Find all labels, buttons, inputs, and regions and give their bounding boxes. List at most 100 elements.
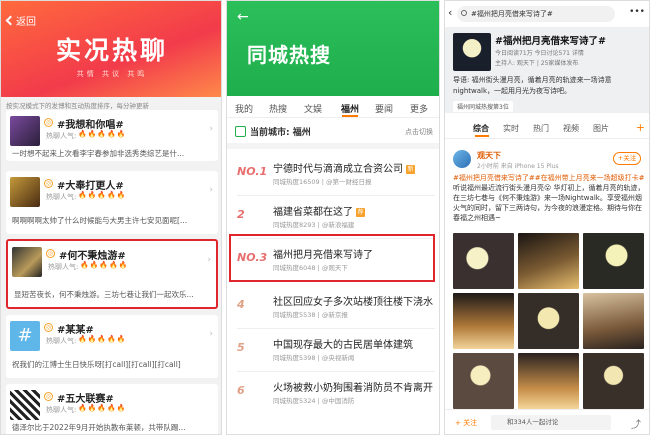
page-title: 实况热聊	[55, 36, 168, 65]
heat-label: 热聊人气:	[46, 193, 77, 201]
search-input[interactable]: #福州把月亮借来写诗了#	[457, 6, 615, 22]
live-chat-panel: 返回 实况热聊 共情 共议 共鸣 按实况模式下的发博和互动热度排序，每分钟更新 …	[0, 0, 222, 435]
tab-mine[interactable]: 我的	[235, 102, 253, 115]
tab-video[interactable]: 视频	[563, 123, 579, 134]
tab-entertainment[interactable]: 文娱	[304, 102, 322, 115]
tab-popular[interactable]: 热门	[533, 123, 549, 134]
city-hot-banner: ← 同城热搜	[227, 1, 439, 96]
hot-search-item[interactable]: 6 火场被救小奶狗围着消防员不肯离开 同城热度5324 | @中国消防	[227, 375, 439, 415]
chevron-right-icon: ›	[207, 255, 211, 265]
back-button[interactable]: 返回	[5, 13, 36, 28]
fire-icon: ◎	[44, 118, 53, 127]
topic-thumbnail	[10, 116, 40, 146]
fire-icon: ◎	[46, 249, 55, 258]
hot-search-meta: 同城热度8293 | @新浪福建	[273, 221, 355, 229]
post-hashtags[interactable]: #福州把月亮借来写诗了##在福州带上月亮来一场超级打卡#	[453, 174, 644, 182]
hot-search-title: 福建省菜都在这了荐	[273, 207, 365, 218]
plus-icon[interactable]: +	[636, 121, 645, 134]
topic-detail-panel: ‹ #福州把月亮借来写诗了# ••• #福州把月亮借来写诗了# 今日阅读71万 …	[444, 0, 650, 435]
hashtag-icon: #	[10, 321, 40, 351]
follow-button[interactable]: +关注	[613, 152, 641, 165]
post-author[interactable]: 观天下	[477, 150, 501, 161]
tab-fuzhou[interactable]: 福州	[341, 102, 359, 115]
photo-grid	[453, 233, 645, 409]
avatar[interactable]	[453, 150, 471, 168]
divider	[227, 143, 439, 149]
divider	[237, 371, 435, 372]
photo[interactable]	[518, 353, 579, 409]
divider	[237, 328, 435, 329]
hot-search-meta: 同城热度16509 | @第一财经日报	[273, 178, 372, 186]
flame-rating: 🔥🔥🔥🔥🔥	[78, 335, 127, 343]
fire-icon: ◎	[44, 179, 53, 188]
follow-topic-button[interactable]: + 关注	[455, 418, 477, 428]
photo[interactable]	[583, 353, 644, 409]
topic-summary: 祝我们的江博士生日快乐呀[打call][打call][打call]	[12, 360, 181, 369]
photo[interactable]	[453, 293, 514, 349]
heat-label: 热聊人气:	[46, 337, 77, 345]
active-tab-indicator	[475, 135, 489, 137]
divider	[237, 195, 435, 196]
topic-name: #五大联赛#	[57, 394, 114, 405]
photo[interactable]	[518, 233, 579, 289]
switch-city-button[interactable]: 点击切换	[405, 127, 433, 137]
live-chat-banner: 返回 实况热聊 共情 共议 共鸣	[1, 1, 221, 97]
topic-name: #大奉打更人#	[57, 181, 124, 192]
hot-search-item[interactable]: NO.1 宁德时代与滴滴成立合资公司新 同城热度16509 | @第一财经日报	[227, 156, 439, 196]
qr-thumbnail	[10, 390, 40, 420]
share-icon[interactable]: ⤴	[631, 416, 641, 431]
hot-search-item[interactable]: 4 社区回应女子多次站楼顶往楼下浇水 同城热度5538 | @新京报	[227, 289, 439, 329]
back-arrow-icon[interactable]: ←	[237, 9, 249, 25]
topic-card-selected[interactable]: ◎ #何不秉烛游# 热聊人气: 🔥🔥🔥🔥🔥 › 显短苦夜长，何不秉烛游。三坊七巷…	[6, 239, 218, 309]
topic-card[interactable]: ◎ #大奉打更人# 热聊人气: 🔥🔥🔥🔥🔥 › 啊啊啊啊太帅了什么时候能与大男主…	[6, 171, 218, 234]
topic-stats[interactable]: 今日阅读71万 今日讨论571 详情	[495, 48, 584, 57]
hot-rank-chip[interactable]: 福州同城热搜第3位	[453, 101, 513, 112]
topic-thumbnail	[12, 247, 42, 277]
hot-search-meta: 同城热度5398 | @央视新闻	[273, 354, 355, 362]
search-bar: ‹ #福州把月亮借来写诗了# •••	[445, 1, 649, 27]
photo[interactable]	[518, 293, 579, 349]
search-icon	[461, 10, 467, 16]
tab-images[interactable]: 图片	[593, 123, 609, 134]
selection-highlight	[229, 234, 435, 282]
tab-hot[interactable]: 热搜	[269, 102, 287, 115]
topic-header: #福州把月亮借来写诗了# 今日阅读71万 今日讨论571 详情 主持人: 观天下…	[445, 27, 649, 113]
chevron-right-icon: ›	[209, 329, 213, 339]
photo[interactable]	[583, 293, 644, 349]
hot-tag-icon: 新	[406, 165, 415, 174]
page-subtitle: 共情 共议 共鸣	[76, 70, 148, 78]
hot-search-title: 中国现存最大的古民居单体建筑	[273, 340, 413, 351]
tab-realtime[interactable]: 实时	[503, 123, 519, 134]
flame-rating: 🔥🔥🔥🔥🔥	[78, 130, 127, 138]
discussion-input[interactable]: 和334人一起讨论	[491, 415, 611, 430]
hot-search-item[interactable]: 5 中国现存最大的古民居单体建筑 同城热度5398 | @央视新闻	[227, 332, 439, 372]
rank-number: 6	[237, 384, 245, 397]
page-title: 同城热搜	[247, 43, 331, 67]
topic-summary: 德泽尔比于2022年9月开始执教布莱顿，共带队踢...	[12, 423, 186, 432]
topic-card[interactable]: ◎ #我想和你唱# 热聊人气: 🔥🔥🔥🔥🔥 › 一时想不起来上次看李宇春参加非选…	[6, 110, 218, 161]
topic-name: #我想和你唱#	[57, 120, 124, 131]
tab-news[interactable]: 要闻	[375, 102, 393, 115]
topic-card[interactable]: # ◎ #某某# 热聊人气: 🔥🔥🔥🔥🔥 › 祝我们的江博士生日快乐呀[打cal…	[6, 315, 218, 378]
tab-all[interactable]: 综合	[473, 123, 489, 134]
photo[interactable]	[453, 353, 514, 409]
feed-tabs: 综合 实时 热门 视频 图片 +	[445, 117, 649, 139]
tab-more[interactable]: 更多	[410, 102, 428, 115]
fire-icon: ◎	[44, 392, 53, 401]
topic-summary: 啊啊啊啊太帅了什么时候能与大男主许七安见面呢[...	[12, 216, 188, 225]
topic-card[interactable]: ◎ #五大联赛# 热聊人气: 🔥🔥🔥🔥🔥 德泽尔比于2022年9月开始执教布莱顿…	[6, 384, 218, 434]
photo[interactable]	[583, 233, 644, 289]
topic-summary: 一时想不起来上次看李宇春参加非选秀类综艺是什...	[12, 149, 185, 158]
more-icon[interactable]: •••	[629, 7, 645, 17]
photo[interactable]	[453, 233, 514, 289]
back-arrow-icon[interactable]: ‹	[448, 6, 452, 19]
category-tabs: 我的 热搜 文娱 福州 要闻 更多	[227, 96, 439, 118]
flame-rating: 🔥🔥🔥🔥🔥	[80, 261, 129, 269]
post-body: #福州把月亮借来写诗了##在福州带上月亮来一场超级打卡# 听说福州最近流行街头漫…	[453, 174, 645, 222]
hot-search-item[interactable]: 2 福建省菜都在这了荐 同城热度8293 | @新浪福建	[227, 199, 439, 239]
flame-rating: 🔥🔥🔥🔥🔥	[78, 404, 127, 412]
hot-tag-icon: 荐	[356, 208, 365, 217]
topic-host: 主持人: 观天下 | 25家媒体发布	[495, 60, 579, 67]
flame-rating: 🔥🔥🔥🔥🔥	[78, 191, 127, 199]
heat-label: 热聊人气:	[46, 132, 77, 140]
